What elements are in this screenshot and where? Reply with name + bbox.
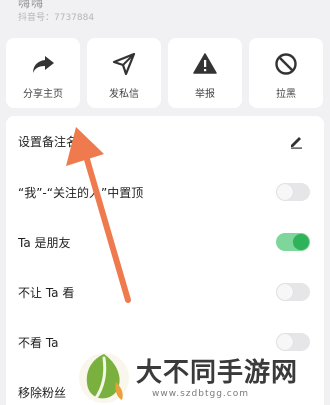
row-label: Ta 是朋友 [18,236,71,250]
row-label: 移除粉丝 [18,386,67,400]
toggle-knob [277,184,293,200]
watermark-name: 大不同手游网 [136,358,299,388]
row-label: 设置备注名 [18,135,79,149]
action-bar: 分享主页 发私信 举报 拉黑 [6,38,324,108]
block-button[interactable]: 拉黑 [249,38,323,108]
row-label: “我”-“关注的人”中置顶 [18,186,144,200]
share-profile-button[interactable]: 分享主页 [6,38,80,108]
action-label: 拉黑 [276,89,296,100]
profile-header: 嗨嗨 抖音号：7737884 [0,0,330,30]
row-label: 不让 Ta 看 [18,286,75,300]
action-label: 发私信 [109,89,139,100]
toggle-knob [277,284,293,300]
send-message-button[interactable]: 发私信 [87,38,161,108]
set-remark-row[interactable]: 设置备注名 [6,116,324,166]
share-icon [33,56,54,73]
block-icon [275,53,297,75]
watermark: 大不同手游网 www.szdbtgg.com [76,348,330,405]
send-icon [112,52,136,76]
pin-toggle[interactable] [276,183,310,201]
action-label: 分享主页 [23,89,63,100]
pin-in-following-row: “我”-“关注的人”中置顶 [6,167,324,217]
watermark-domain: www.szdbtgg.com [152,389,249,399]
is-friend-row: Ta 是朋友 [6,217,324,267]
friend-toggle[interactable] [276,233,310,251]
warning-icon [193,53,217,74]
toggle-knob [293,234,309,250]
report-button[interactable]: 举报 [168,38,242,108]
row-label: 不看 Ta [18,336,59,350]
edit-icon[interactable] [288,133,304,149]
hide-from-row: 不让 Ta 看 [6,267,324,317]
profile-id: 抖音号：7737884 [18,13,95,23]
action-label: 举报 [195,89,215,100]
hide-from-toggle[interactable] [276,283,310,301]
leaf-logo-icon [79,353,129,403]
